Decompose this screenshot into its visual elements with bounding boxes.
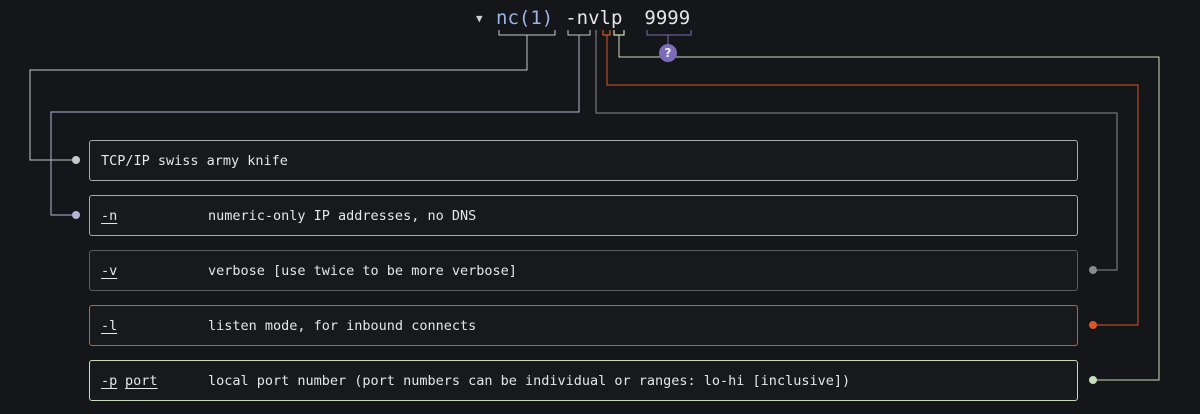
option-p-arg: port: [125, 372, 158, 389]
bracket-program: [498, 30, 556, 36]
wire-program-dot: [72, 156, 80, 164]
bracket-flag-p: [613, 30, 625, 36]
command-line: ▼ nc(1) -nvlp 9999: [476, 6, 690, 30]
explanation-program[interactable]: TCP/IP swiss army knife: [89, 140, 1078, 181]
unknown-argument-badge[interactable]: ?: [659, 44, 677, 62]
command-program[interactable]: nc(1): [496, 7, 553, 29]
explanation-flag-n[interactable]: -n numeric-only IP addresses, no DNS: [89, 195, 1078, 236]
option-p: -p: [101, 372, 118, 389]
bracket-flag-n: [567, 30, 591, 36]
command-argument[interactable]: 9999: [644, 7, 690, 29]
option-n-desc: numeric-only IP addresses, no DNS: [208, 207, 477, 224]
command-flags[interactable]: -nvlp: [565, 7, 622, 29]
wire-v-dot: [1089, 266, 1097, 274]
caret-down-icon[interactable]: ▼: [476, 12, 496, 25]
option-l: -l: [101, 317, 118, 334]
bracket-argument: [646, 30, 692, 36]
option-l-desc: listen mode, for inbound connects: [208, 317, 477, 334]
bracket-flag-l: [602, 30, 611, 36]
explanation-flag-p[interactable]: -p port local port number (port numbers …: [89, 360, 1078, 401]
explanation-program-desc: TCP/IP swiss army knife: [101, 152, 288, 169]
explanation-flag-l[interactable]: -l listen mode, for inbound connects: [89, 305, 1078, 346]
wire-l-dot: [1089, 321, 1097, 329]
option-v-desc: verbose [use twice to be more verbose]: [208, 262, 517, 279]
wire-p-dot: [1089, 376, 1097, 384]
wire-n-dot: [72, 211, 80, 219]
option-n: -n: [101, 207, 118, 224]
option-p-desc: local port number (port numbers can be i…: [208, 372, 851, 389]
option-v: -v: [101, 262, 118, 279]
explanation-flag-v[interactable]: -v verbose [use twice to be more verbose…: [89, 250, 1078, 291]
wire-n: [50, 35, 580, 216]
